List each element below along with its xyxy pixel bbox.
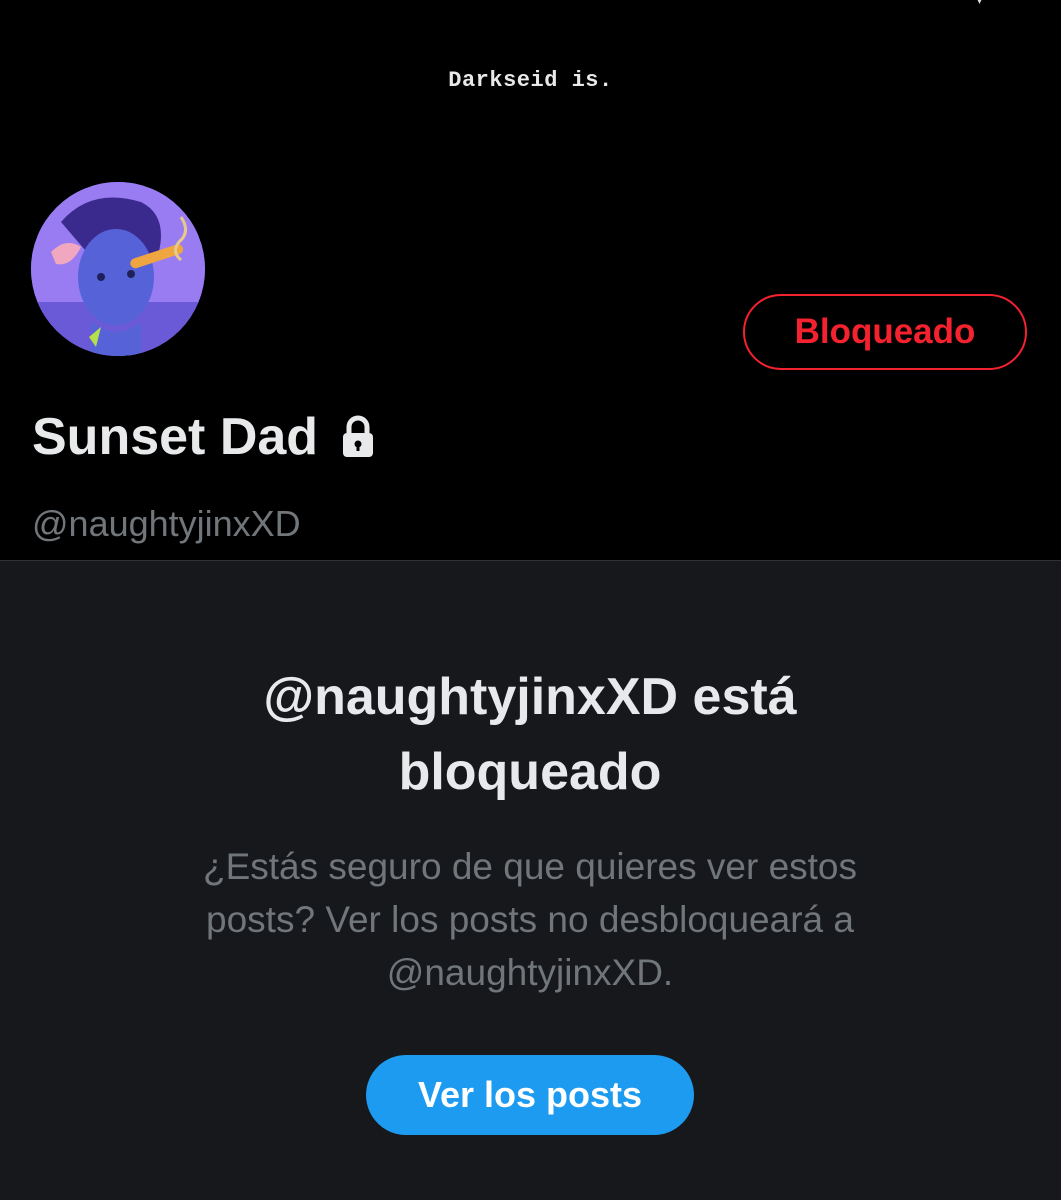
avatar-image: [31, 182, 205, 356]
blocked-description: ¿Estás seguro de que quieres ver estos p…: [202, 846, 858, 993]
avatar[interactable]: [31, 182, 205, 356]
profile-header: ▾ Darkseid is. Bloqueado Sunset Dad: [0, 0, 1061, 561]
profile-handle: @naughtyjinxXD: [32, 503, 301, 544]
view-posts-button[interactable]: Ver los posts: [366, 1055, 694, 1135]
overflow-menu-icon[interactable]: ▾: [977, 0, 993, 4]
blocked-button[interactable]: Bloqueado: [743, 294, 1027, 370]
lock-icon: [340, 415, 376, 459]
name-row: Sunset Dad: [32, 405, 376, 469]
banner-text: Darkseid is.: [448, 68, 613, 93]
blocked-title: @naughtyjinxXD está bloqueado: [263, 668, 797, 801]
display-name: Sunset Dad: [32, 408, 319, 466]
